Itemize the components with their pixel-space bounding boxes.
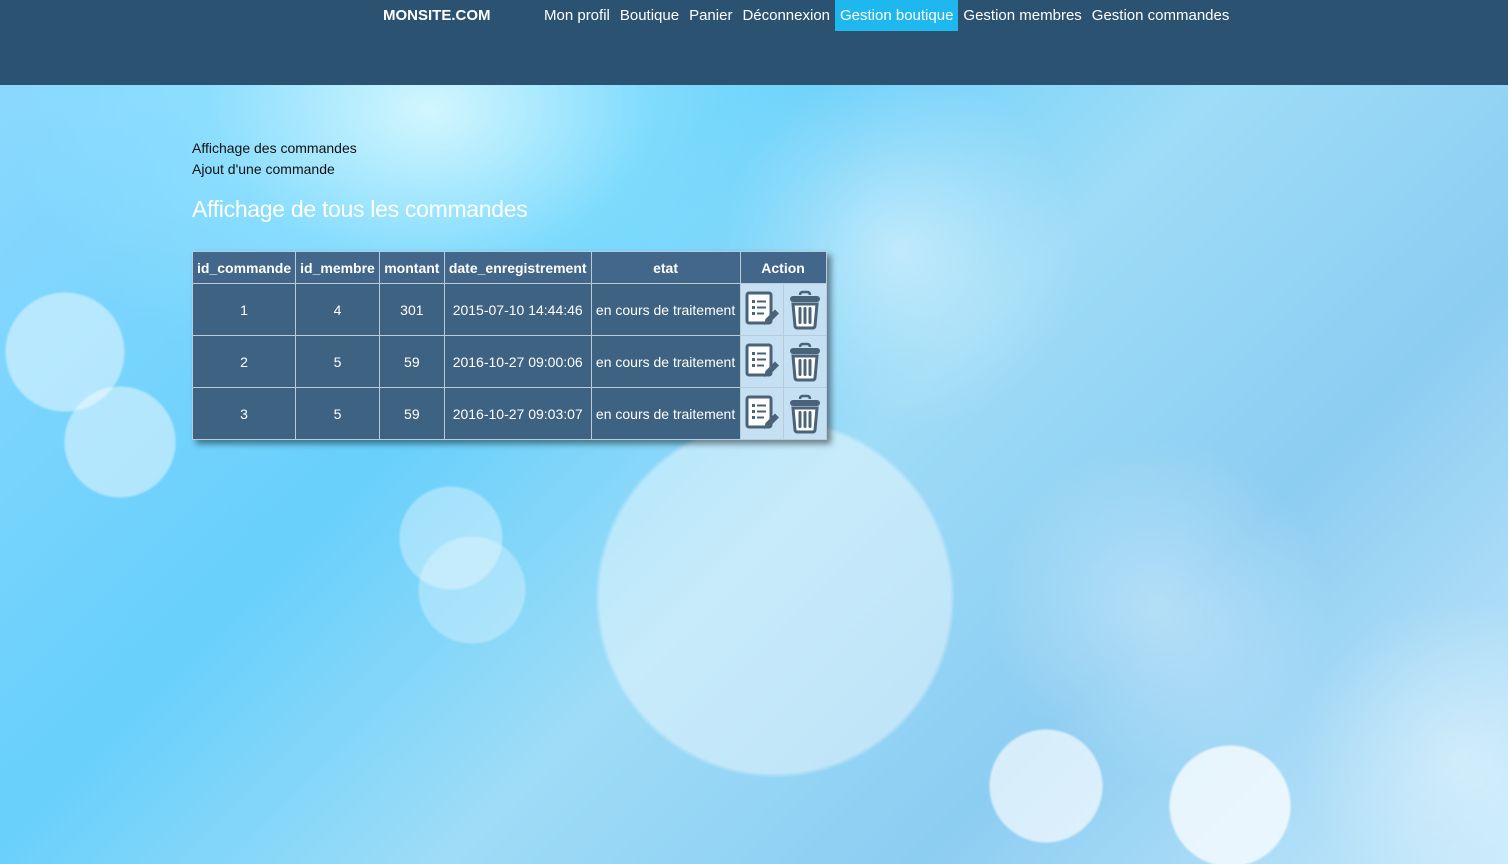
nav-item-panier[interactable]: Panier <box>684 0 737 31</box>
cell-etat: en cours de traitement <box>590 387 741 440</box>
cell-id-membre: 5 <box>295 387 380 440</box>
action-cell-delete <box>782 335 827 388</box>
action-cell-edit <box>739 335 784 388</box>
table-row: 3 5 59 2016-10-27 09:03:07 en cours de t… <box>191 387 827 440</box>
link-affichage-commandes[interactable]: Affichage des commandes <box>192 138 527 159</box>
cell-montant: 59 <box>378 335 445 388</box>
cell-etat: en cours de traitement <box>590 335 741 388</box>
cell-id-commande: 1 <box>191 283 297 336</box>
column-header-etat: etat <box>590 251 741 284</box>
trash-icon[interactable] <box>787 342 823 382</box>
action-cell-edit <box>739 387 784 440</box>
trash-icon[interactable] <box>787 290 823 330</box>
cell-date-enregistrement: 2016-10-27 09:03:07 <box>443 387 592 440</box>
cell-id-commande: 2 <box>191 335 297 388</box>
column-header-action: Action <box>739 251 827 284</box>
nav-item-gestion-boutique[interactable]: Gestion boutique <box>835 0 959 31</box>
nav-item-deconnexion[interactable]: Déconnexion <box>737 0 835 31</box>
table-row: 2 5 59 2016-10-27 09:00:06 en cours de t… <box>191 335 827 388</box>
column-header-date-enregistrement: date_enregistrement <box>443 251 592 284</box>
column-header-id-commande: id_commande <box>191 251 297 284</box>
cell-date-enregistrement: 2016-10-27 09:00:06 <box>443 335 592 388</box>
nav-item-boutique[interactable]: Boutique <box>615 0 684 31</box>
cell-id-commande: 3 <box>191 387 297 440</box>
link-ajout-commande[interactable]: Ajout d'une commande <box>192 159 527 180</box>
cell-id-membre: 5 <box>295 335 380 388</box>
brand-logo[interactable]: MONSITE.COM <box>383 6 491 26</box>
nav-item-mon-profil[interactable]: Mon profil <box>539 0 615 31</box>
main-nav: Mon profil Boutique Panier Déconnexion G… <box>539 0 1234 31</box>
edit-document-icon[interactable] <box>744 394 780 434</box>
cell-date-enregistrement: 2015-07-10 14:44:46 <box>443 283 592 336</box>
orders-table: id_commande id_membre montant date_enreg… <box>191 251 827 440</box>
admin-content: Affichage des commandes Ajout d'une comm… <box>192 138 528 224</box>
table-header-row: id_commande id_membre montant date_enreg… <box>191 251 827 284</box>
action-cell-delete <box>782 387 827 440</box>
edit-document-icon[interactable] <box>744 342 780 382</box>
edit-document-icon[interactable] <box>744 290 780 330</box>
action-cell-delete <box>782 283 827 336</box>
action-cell-edit <box>739 283 784 336</box>
top-navbar: MONSITE.COM Mon profil Boutique Panier D… <box>0 0 1508 85</box>
column-header-montant: montant <box>378 251 445 284</box>
trash-icon[interactable] <box>787 394 823 434</box>
nav-item-gestion-membres[interactable]: Gestion membres <box>958 0 1086 31</box>
cell-montant: 301 <box>378 283 445 336</box>
cell-id-membre: 4 <box>295 283 380 336</box>
nav-item-gestion-commandes[interactable]: Gestion commandes <box>1087 0 1235 31</box>
cell-etat: en cours de traitement <box>590 283 741 336</box>
column-header-id-membre: id_membre <box>295 251 380 284</box>
page-title: Affichage de tous les commandes <box>192 196 528 222</box>
cell-montant: 59 <box>378 387 445 440</box>
table-row: 1 4 301 2015-07-10 14:44:46 en cours de … <box>191 283 827 336</box>
